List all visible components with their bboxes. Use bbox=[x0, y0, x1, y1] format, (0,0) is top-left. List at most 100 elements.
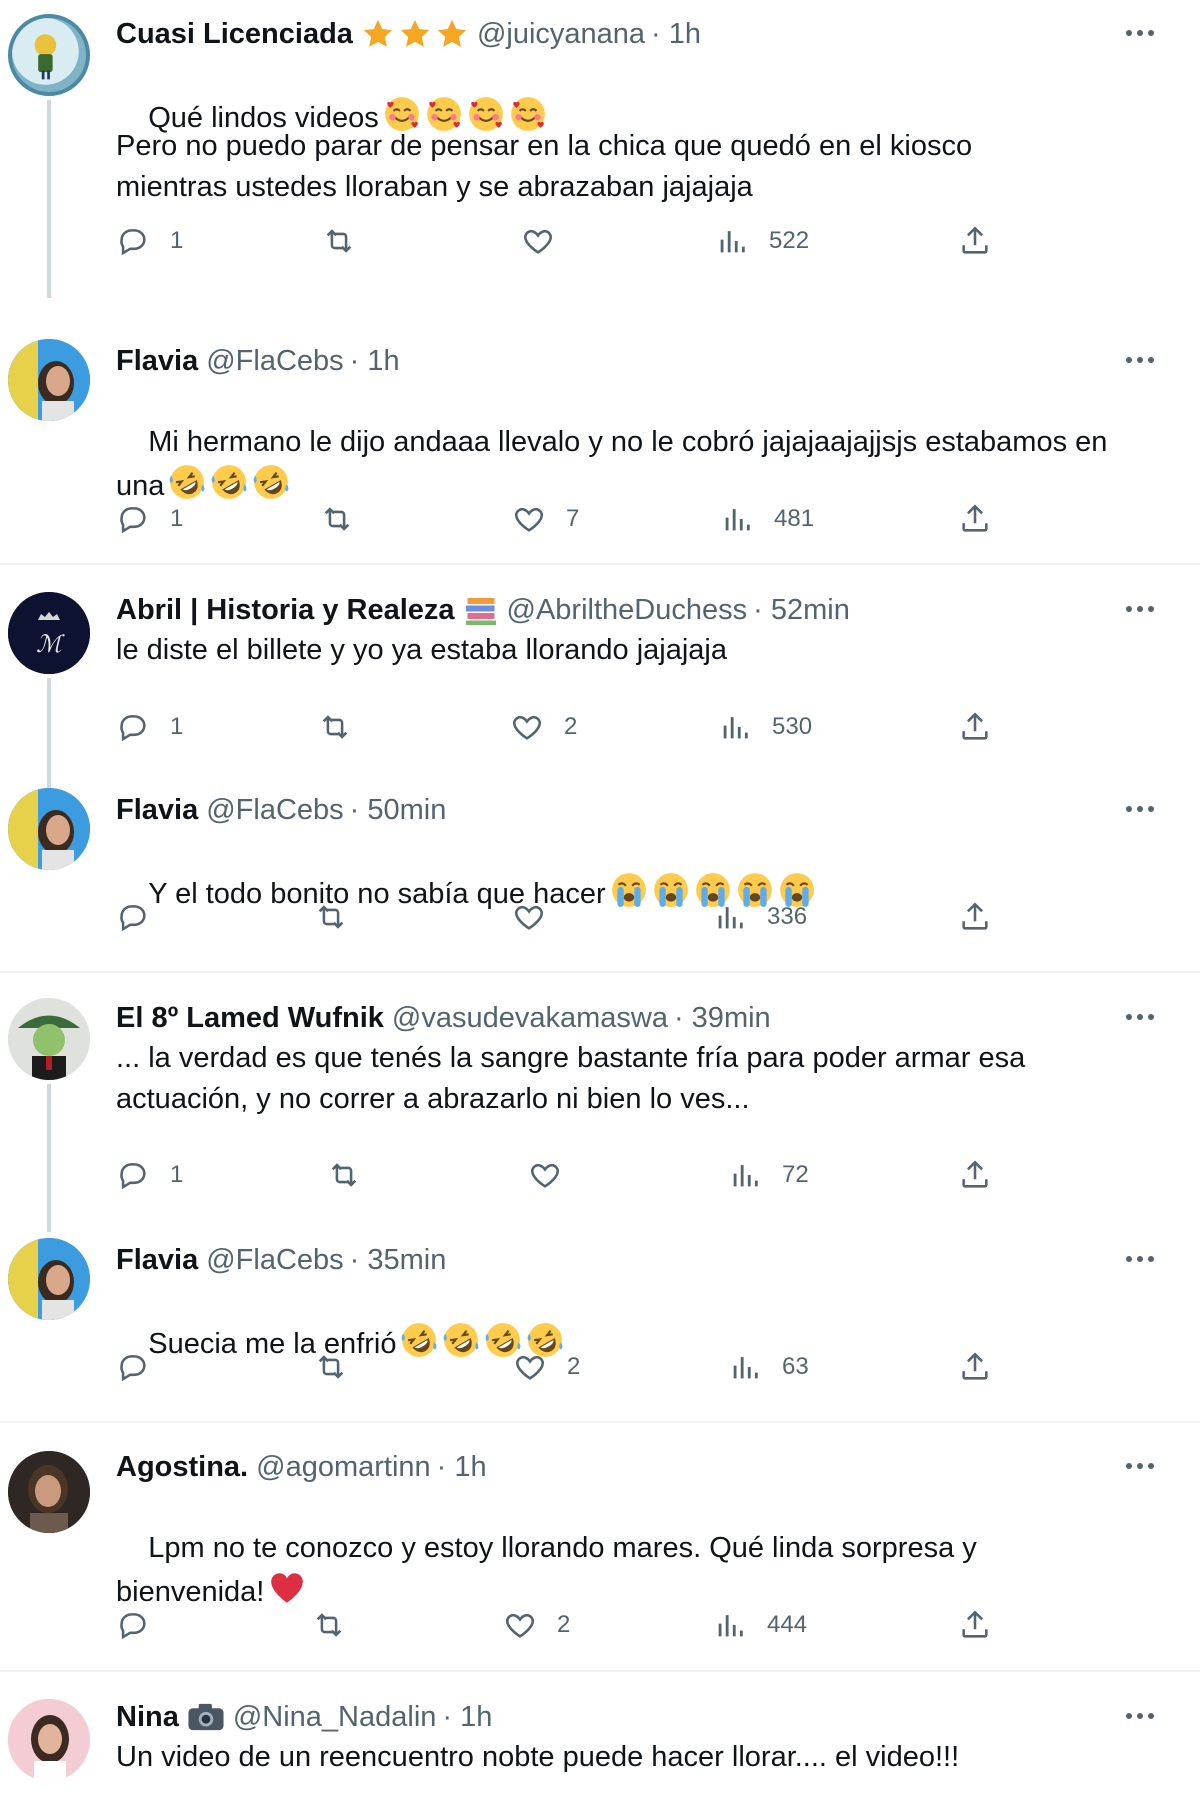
like-count: 2 bbox=[564, 713, 578, 740]
display-name[interactable]: Flavia bbox=[116, 1244, 198, 1277]
timestamp[interactable]: · 35min bbox=[350, 1244, 447, 1277]
views-button[interactable]: 444 bbox=[713, 1603, 807, 1647]
avatar[interactable] bbox=[8, 339, 90, 421]
display-name[interactable]: El 8º Lamed Wufnik bbox=[116, 1002, 384, 1035]
display-name[interactable]: Nina bbox=[116, 1701, 179, 1734]
reply-icon bbox=[120, 507, 146, 534]
more-options-icon[interactable] bbox=[1120, 345, 1160, 375]
repost-button[interactable] bbox=[312, 1603, 366, 1647]
more-options-icon[interactable] bbox=[1120, 794, 1160, 824]
share-button[interactable] bbox=[958, 1345, 992, 1389]
share-button[interactable] bbox=[958, 219, 992, 263]
like-button[interactable] bbox=[512, 895, 566, 939]
books-icon bbox=[465, 598, 496, 625]
reply-tweet[interactable]: Flavia @FlaCebs · 35min Suecia me la enf… bbox=[0, 1238, 1200, 1400]
views-button[interactable]: 336 bbox=[713, 895, 807, 939]
more-options-icon[interactable] bbox=[1120, 1701, 1160, 1731]
views-button[interactable]: 522 bbox=[715, 219, 809, 263]
share-icon bbox=[962, 712, 988, 740]
heart-icon bbox=[516, 1356, 544, 1380]
handle[interactable]: @AbriltheDuchess bbox=[507, 594, 748, 627]
repost-button[interactable] bbox=[318, 705, 372, 749]
like-button[interactable]: 2 bbox=[513, 1345, 580, 1389]
reply-button[interactable] bbox=[116, 895, 170, 939]
share-button[interactable] bbox=[958, 705, 992, 749]
reply-button[interactable]: 1 bbox=[116, 219, 183, 263]
share-button[interactable] bbox=[958, 895, 992, 939]
avatar[interactable] bbox=[8, 1451, 90, 1533]
like-button[interactable] bbox=[521, 219, 575, 263]
like-button[interactable]: 2 bbox=[510, 705, 577, 749]
tweet-header: Agostina. @agomartinn · 1h bbox=[116, 1447, 487, 1487]
repost-button[interactable] bbox=[314, 1345, 368, 1389]
timestamp[interactable]: · 50min bbox=[350, 794, 447, 827]
avatar[interactable] bbox=[8, 998, 90, 1080]
red-heart-emoji bbox=[268, 1569, 306, 1607]
display-name[interactable]: Flavia bbox=[116, 345, 198, 378]
reply-tweet[interactable]: El 8º Lamed Wufnik @vasudevakamaswa · 39… bbox=[0, 998, 1200, 1232]
views-button[interactable]: 72 bbox=[728, 1153, 809, 1197]
timestamp[interactable]: · 52min bbox=[753, 594, 850, 627]
more-options-icon[interactable] bbox=[1120, 1244, 1160, 1274]
repost-button[interactable] bbox=[327, 1153, 381, 1197]
tweet-text: le diste el billete y yo ya estaba llora… bbox=[116, 634, 727, 666]
like-button[interactable]: 2 bbox=[503, 1603, 570, 1647]
action-bar: 1 522 bbox=[0, 219, 1200, 263]
share-button[interactable] bbox=[958, 1603, 992, 1647]
avatar[interactable] bbox=[8, 1238, 90, 1320]
more-options-icon[interactable] bbox=[1120, 1002, 1160, 1032]
heart-icon bbox=[524, 230, 552, 254]
handle[interactable]: @juicyanana bbox=[477, 18, 645, 51]
reply-tweet[interactable]: Flavia @FlaCebs · 50min Y el todo bonito… bbox=[0, 788, 1200, 950]
reply-tweet[interactable]: Flavia @FlaCebs · 1h Mi hermano le dijo … bbox=[0, 339, 1200, 541]
display-name[interactable]: Abril | Historia y Realeza bbox=[116, 594, 455, 627]
reply-tweet[interactable]: Agostina. @agomartinn · 1h Lpm no te con… bbox=[0, 1447, 1200, 1647]
more-options-icon[interactable] bbox=[1120, 1451, 1160, 1481]
views-button[interactable]: 481 bbox=[720, 497, 814, 541]
share-button[interactable] bbox=[958, 1153, 992, 1197]
more-options-icon[interactable] bbox=[1120, 594, 1160, 624]
avatar[interactable]: ℳ bbox=[8, 592, 90, 674]
reply-tweet[interactable]: ℳ Abril | Historia y Realeza @AbriltheDu… bbox=[0, 590, 1200, 790]
view-count: 63 bbox=[782, 1353, 809, 1380]
view-count: 336 bbox=[767, 903, 808, 930]
timestamp[interactable]: · 1h bbox=[442, 1701, 492, 1734]
like-button[interactable]: 7 bbox=[512, 497, 579, 541]
views-button[interactable]: 530 bbox=[718, 705, 812, 749]
handle[interactable]: @FlaCebs bbox=[206, 794, 343, 827]
reply-count: 1 bbox=[170, 713, 184, 740]
timestamp[interactable]: · 1h bbox=[437, 1451, 487, 1484]
share-icon bbox=[962, 902, 988, 930]
avatar[interactable] bbox=[8, 14, 90, 96]
display-name[interactable]: Agostina. bbox=[116, 1451, 248, 1484]
reply-tweet[interactable]: Cuasi Licenciada @juicyanana · 1h Qué li… bbox=[0, 14, 1200, 298]
handle[interactable]: @agomartinn bbox=[256, 1451, 431, 1484]
camera-emoji-badge bbox=[187, 1700, 225, 1734]
like-button[interactable] bbox=[528, 1153, 582, 1197]
share-button[interactable] bbox=[958, 497, 992, 541]
handle[interactable]: @vasudevakamaswa bbox=[392, 1002, 668, 1035]
handle[interactable]: @Nina_Nadalin bbox=[233, 1701, 437, 1734]
views-button[interactable]: 63 bbox=[728, 1345, 809, 1389]
reply-button[interactable]: 1 bbox=[116, 1153, 183, 1197]
avatar[interactable] bbox=[8, 1699, 90, 1781]
reply-button[interactable] bbox=[116, 1603, 170, 1647]
repost-button[interactable] bbox=[322, 219, 376, 263]
handle[interactable]: @FlaCebs bbox=[206, 345, 343, 378]
handle[interactable]: @FlaCebs bbox=[206, 1244, 343, 1277]
reply-icon bbox=[120, 1163, 146, 1190]
avatar[interactable] bbox=[8, 788, 90, 870]
repost-button[interactable] bbox=[320, 497, 374, 541]
reply-button[interactable] bbox=[116, 1345, 170, 1389]
display-name[interactable]: Cuasi Licenciada bbox=[116, 18, 353, 51]
display-name[interactable]: Flavia bbox=[116, 794, 198, 827]
reply-button[interactable]: 1 bbox=[116, 705, 183, 749]
repost-button[interactable] bbox=[314, 895, 368, 939]
timestamp[interactable]: · 1h bbox=[350, 345, 400, 378]
timestamp[interactable]: · 1h bbox=[651, 18, 701, 51]
more-options-icon[interactable] bbox=[1120, 18, 1160, 48]
reply-tweet[interactable]: Nina @Nina_Nadalin · 1h Un video de un r… bbox=[0, 1697, 1200, 1805]
reply-button[interactable]: 1 bbox=[116, 497, 183, 541]
rolling-laughing-face-emoji bbox=[168, 463, 206, 501]
timestamp[interactable]: · 39min bbox=[674, 1002, 771, 1035]
